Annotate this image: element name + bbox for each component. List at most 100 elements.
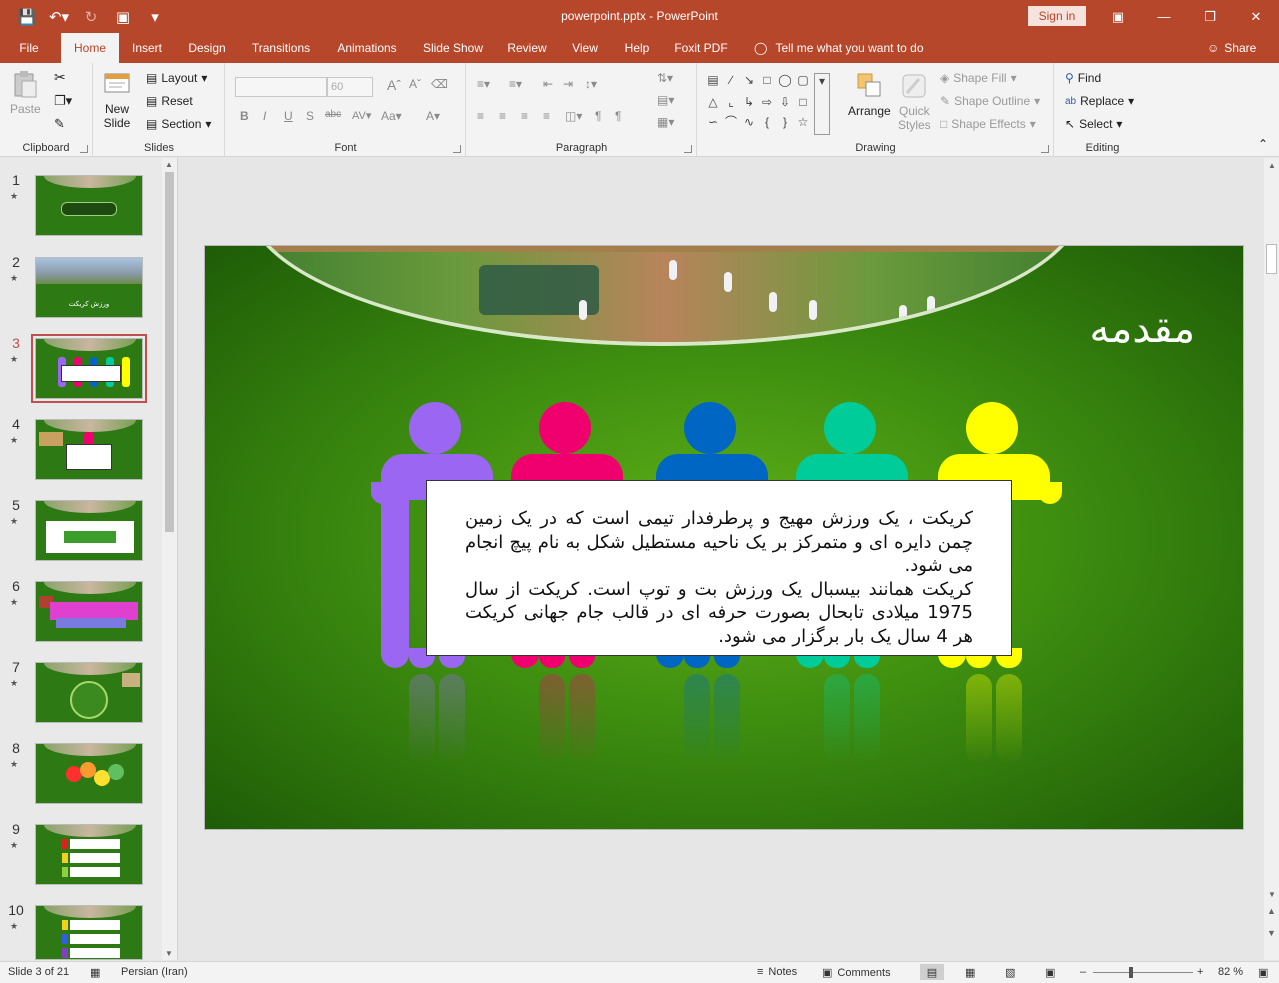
scroll-down-icon[interactable]: ▼	[165, 949, 173, 958]
bold-icon[interactable]: B	[240, 109, 249, 123]
slide-counter[interactable]: Slide 3 of 21	[8, 966, 69, 978]
character-spacing-icon[interactable]: AV▾	[352, 109, 371, 122]
new-slide-button[interactable]: New Slide	[102, 69, 132, 130]
change-case-icon[interactable]: Aa▾	[381, 109, 402, 123]
line-spacing-icon[interactable]: ↕▾	[585, 77, 597, 91]
minimize-icon[interactable]: —	[1141, 0, 1187, 33]
right-arrow-shape-icon[interactable]: ⇨	[760, 95, 774, 109]
slide-thumbnail-6[interactable]	[35, 581, 143, 642]
shape-fill-button[interactable]: ◈ Shape Fill ▾	[940, 71, 1017, 85]
shape-outline-button[interactable]: ✎ Shape Outline ▾	[940, 94, 1040, 108]
tab-foxit-pdf[interactable]: Foxit PDF	[670, 33, 732, 63]
slide-canvas[interactable]: مقدمه کریکت ، یک ورزش مهیج و پرطرفدار تی…	[204, 245, 1244, 830]
arrow-line-shape-icon[interactable]: ↘	[742, 73, 756, 87]
comments-button[interactable]: ▣ Comments	[822, 966, 891, 980]
decrease-indent-icon[interactable]: ⇤	[543, 77, 553, 91]
underline-icon[interactable]: U	[284, 109, 293, 123]
section-button[interactable]: ▤ Section ▾	[146, 117, 211, 131]
arrange-button[interactable]: Arrange	[848, 71, 891, 118]
restore-icon[interactable]: ❐	[1187, 0, 1233, 33]
zoom-level[interactable]: 82 %	[1218, 966, 1243, 978]
slide-text-box[interactable]: کریکت ، یک ورزش مهیج و پرطرفدار تیمی است…	[426, 480, 1012, 656]
layout-button[interactable]: ▤ Layout ▾	[146, 71, 207, 85]
align-center-icon[interactable]: ≡	[499, 109, 506, 123]
down-arrow-shape-icon[interactable]: ⇩	[778, 95, 792, 109]
tab-home[interactable]: Home	[61, 33, 119, 63]
clear-formatting-icon[interactable]: ⌫	[431, 77, 448, 91]
columns-icon[interactable]: ◫▾	[565, 109, 582, 123]
slide-thumbnail-9[interactable]	[35, 824, 143, 885]
slide-thumbnail-1[interactable]	[35, 175, 143, 236]
rectangle-shape-icon[interactable]: □	[760, 73, 774, 87]
font-color-icon[interactable]: A▾	[426, 109, 440, 123]
smartart-icon[interactable]: ▦▾	[657, 115, 674, 129]
sign-in-button[interactable]: Sign in	[1028, 6, 1086, 26]
align-text-icon[interactable]: ▤▾	[657, 93, 674, 107]
tab-design[interactable]: Design	[181, 33, 233, 63]
strikethrough-icon[interactable]: abc	[325, 109, 341, 120]
zoom-in-icon[interactable]: +	[1197, 966, 1203, 978]
text-direction-icon[interactable]: ⇅▾	[657, 71, 673, 85]
editor-scrollbar[interactable]: ▲ ▼ ▲ ▼	[1264, 158, 1279, 960]
increase-indent-icon[interactable]: ⇥	[563, 77, 573, 91]
brace-right-icon[interactable]: }	[778, 115, 792, 129]
line-shape-icon[interactable]: ∕	[724, 73, 738, 87]
align-right-icon[interactable]: ≡	[521, 109, 528, 123]
cut-icon[interactable]: ✂	[54, 69, 66, 86]
rounded-rect-shape-icon[interactable]: ▢	[796, 73, 810, 87]
scroll-up-icon[interactable]: ▲	[165, 160, 173, 169]
collapse-ribbon-icon[interactable]: ⌃	[1258, 137, 1268, 151]
language-indicator[interactable]: Persian (Iran)	[121, 966, 188, 978]
slide-thumbnail-8[interactable]	[35, 743, 143, 804]
tell-me-search[interactable]: ◯ Tell me what you want to do	[754, 33, 924, 63]
callout-shape-icon[interactable]: □	[796, 95, 810, 109]
shape-effects-button[interactable]: □ Shape Effects ▾	[940, 117, 1036, 131]
thumbnail-scrollbar[interactable]: ▲ ▼	[162, 158, 177, 960]
notes-button[interactable]: ≡ Notes	[757, 966, 797, 978]
curve-shape-icon[interactable]: ∿	[742, 115, 756, 129]
justify-icon[interactable]: ≡	[543, 109, 550, 123]
tab-file[interactable]: File	[10, 33, 48, 63]
freeform-shape-icon[interactable]: ∽	[706, 115, 720, 129]
spell-check-icon[interactable]: ▦	[90, 966, 100, 979]
star-shape-icon[interactable]: ☆	[796, 115, 810, 129]
textbox-shape-icon[interactable]: ▤	[706, 73, 720, 87]
zoom-out-icon[interactable]: –	[1080, 966, 1086, 978]
ltr-icon[interactable]: ¶	[615, 109, 621, 123]
align-left-icon[interactable]: ≡	[477, 109, 484, 123]
slide-thumbnail-2[interactable]: ورزش کریکت	[35, 257, 143, 318]
find-button[interactable]: ⚲ Find	[1065, 71, 1101, 85]
share-button[interactable]: ☺ Share	[1207, 33, 1256, 63]
slide-thumbnail-4[interactable]	[35, 419, 143, 480]
shadow-icon[interactable]: S	[306, 109, 314, 123]
drawing-launcher-icon[interactable]	[1041, 145, 1049, 153]
scroll-up-icon[interactable]: ▲	[1268, 161, 1276, 170]
clipboard-launcher-icon[interactable]	[80, 145, 88, 153]
tab-slide-show[interactable]: Slide Show	[418, 33, 488, 63]
numbering-icon[interactable]: ≡▾	[509, 77, 522, 91]
slide-thumbnail-10[interactable]	[35, 905, 143, 960]
arc-shape-icon[interactable]: ⌒	[724, 115, 738, 129]
replace-button[interactable]: ab Replace ▾	[1065, 94, 1134, 108]
format-painter-icon[interactable]: ✎	[54, 116, 65, 132]
font-name-combo[interactable]	[235, 77, 327, 97]
thumbnail-scroll-thumb[interactable]	[165, 172, 174, 532]
slide-thumbnail-7[interactable]	[35, 662, 143, 723]
select-button[interactable]: ↖ Select ▾	[1065, 117, 1122, 131]
shapes-gallery[interactable]: ▤ ∕ ↘ □ ◯ ▢ △ ⌞ ↳ ⇨ ⇩ □ ∽ ⌒ ∿ { } ☆ ▾	[706, 71, 830, 135]
customize-qat-icon[interactable]: ▾	[142, 4, 168, 30]
slide-thumbnail-3[interactable]	[31, 334, 147, 403]
ribbon-display-options-icon[interactable]: ▣	[1095, 0, 1141, 33]
font-launcher-icon[interactable]	[453, 145, 461, 153]
decrease-font-icon[interactable]: Aˇ	[409, 77, 421, 91]
tab-insert[interactable]: Insert	[124, 33, 170, 63]
save-icon[interactable]: 💾	[14, 4, 40, 30]
shapes-more-icon[interactable]: ▾	[814, 73, 830, 135]
reset-button[interactable]: ▤ Reset	[146, 94, 193, 108]
tab-animations[interactable]: Animations	[330, 33, 404, 63]
slide-show-icon[interactable]: ▣	[1045, 966, 1055, 979]
start-from-beginning-icon[interactable]: ▣	[110, 4, 136, 30]
paste-button[interactable]: Paste	[10, 69, 41, 116]
slide-sorter-icon[interactable]: ▦	[965, 966, 975, 979]
slide-title[interactable]: مقدمه	[985, 306, 1195, 352]
